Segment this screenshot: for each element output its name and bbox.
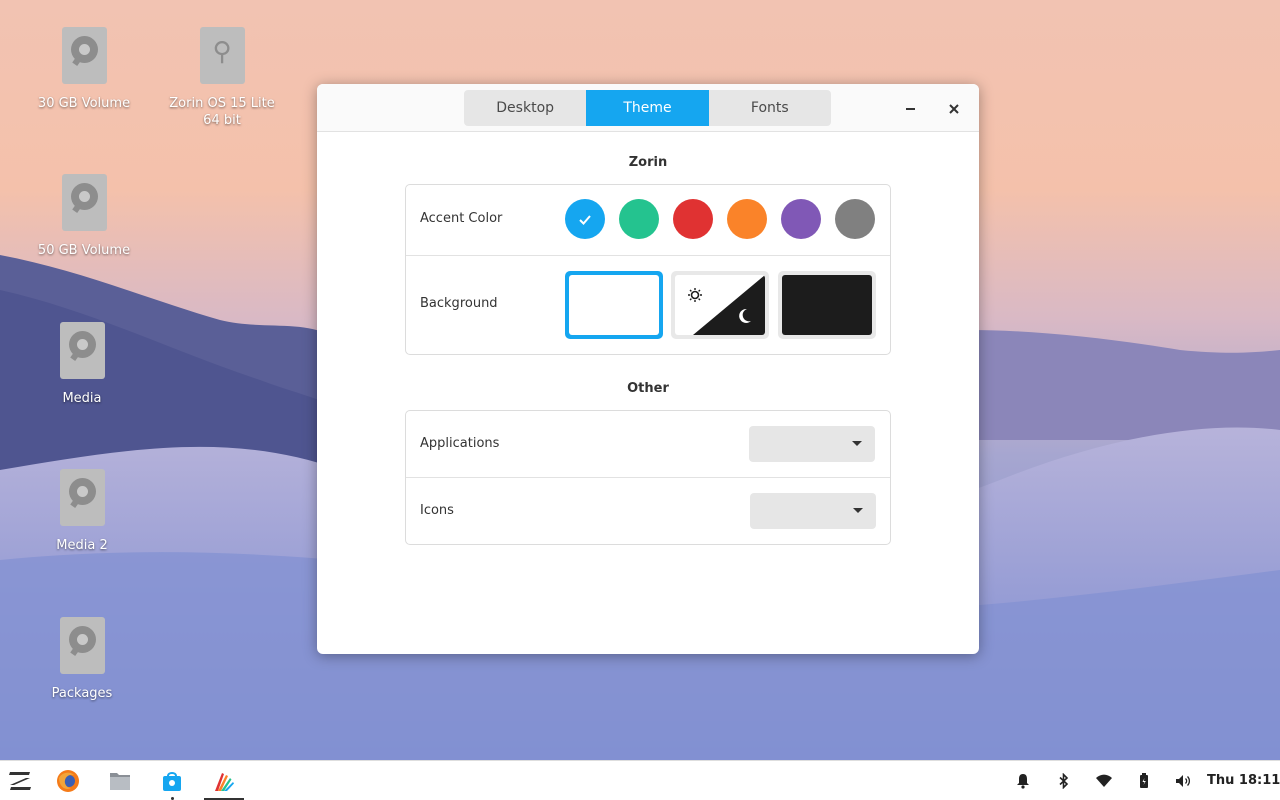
firefox-icon	[57, 770, 79, 792]
tab-desktop[interactable]: Desktop	[464, 90, 586, 126]
appearance-window: Desktop Theme Fonts Zorin Accent Color B…	[317, 84, 979, 654]
section-title-zorin: Zorin	[628, 155, 668, 170]
desktop-icon-label: Media 2	[56, 538, 108, 553]
desktop-icon-zorin-usb[interactable]: ⚲ Zorin OS 15 Lite 64 bit	[162, 27, 282, 129]
close-icon	[949, 103, 959, 114]
window-headerbar[interactable]: Desktop Theme Fonts	[317, 84, 979, 132]
files-icon	[110, 773, 130, 790]
files-launcher[interactable]	[100, 761, 140, 800]
desktop-icon-30gb-volume[interactable]: 30 GB Volume	[24, 27, 144, 112]
accent-swatch-red[interactable]	[673, 199, 713, 239]
bluetooth-icon	[1059, 773, 1069, 789]
wifi-icon	[1096, 774, 1112, 787]
close-button[interactable]	[942, 96, 966, 120]
chevron-down-icon	[852, 441, 862, 446]
drive-icon	[61, 27, 107, 84]
desktop-icon-media-2[interactable]: Media 2	[22, 469, 142, 554]
tab-fonts[interactable]: Fonts	[709, 90, 831, 126]
auto-preview	[675, 275, 765, 335]
zorin-menu-button[interactable]	[0, 761, 40, 800]
usb-drive-icon: ⚲	[199, 27, 245, 84]
accent-swatch-orange[interactable]	[727, 199, 767, 239]
battery-button[interactable]	[1130, 761, 1158, 800]
taskbar: Thu 18:11	[0, 760, 1280, 800]
desktop-icon-label: Packages	[51, 686, 113, 701]
minimize-icon	[905, 107, 915, 110]
desktop-icon-label: Media	[62, 391, 102, 406]
background-option-auto[interactable]	[671, 271, 769, 339]
chevron-down-icon	[853, 508, 863, 513]
accent-swatch-gray[interactable]	[835, 199, 875, 239]
applications-theme-dropdown[interactable]	[749, 426, 875, 462]
desktop-icon-label: 50 GB Volume	[37, 243, 131, 258]
desktop-icon-label: Zorin OS 15 Lite 64 bit	[169, 96, 275, 128]
background-row: Background	[406, 256, 890, 354]
accent-swatch-blue[interactable]	[565, 199, 605, 239]
appearance-icon	[215, 773, 234, 791]
minimize-button[interactable]	[898, 96, 922, 120]
applications-row: Applications	[406, 411, 890, 478]
tab-switcher: Desktop Theme Fonts	[464, 90, 831, 126]
drive-icon	[59, 469, 105, 526]
section-title-other: Other	[627, 381, 669, 396]
firefox-launcher[interactable]	[48, 761, 88, 800]
icons-theme-dropdown[interactable]	[750, 493, 876, 529]
drive-icon	[59, 617, 105, 674]
dark-preview	[782, 275, 872, 335]
appearance-launcher[interactable]	[204, 761, 244, 800]
tab-theme[interactable]: Theme	[586, 90, 709, 126]
volume-button[interactable]	[1169, 761, 1197, 800]
desktop-icon-label: 30 GB Volume	[37, 96, 131, 111]
accent-color-row: Accent Color	[406, 185, 890, 256]
background-label: Background	[420, 296, 498, 311]
icons-label: Icons	[420, 503, 454, 518]
light-preview	[569, 275, 659, 335]
notifications-button[interactable]	[1009, 761, 1037, 800]
icons-row: Icons	[406, 478, 890, 544]
applications-label: Applications	[420, 436, 500, 451]
battery-icon	[1140, 773, 1148, 788]
background-option-light[interactable]	[565, 271, 663, 339]
desktop-icon-packages[interactable]: Packages	[22, 617, 142, 702]
accent-color-label: Accent Color	[420, 211, 503, 226]
desktop-icon-media[interactable]: Media	[22, 322, 142, 407]
software-store-launcher[interactable]	[152, 761, 192, 800]
other-settings-panel: Applications Icons	[405, 410, 891, 545]
zorin-settings-panel: Accent Color Background	[405, 184, 891, 355]
sun-icon	[688, 288, 702, 302]
background-option-dark[interactable]	[778, 271, 876, 339]
checkmark-icon	[579, 214, 591, 225]
software-store-icon	[163, 772, 181, 791]
accent-swatch-green[interactable]	[619, 199, 659, 239]
zorin-menu-icon	[9, 772, 31, 790]
drive-icon	[59, 322, 105, 379]
desktop-icon-50gb-volume[interactable]: 50 GB Volume	[24, 174, 144, 259]
wifi-button[interactable]	[1090, 761, 1118, 800]
accent-swatch-purple[interactable]	[781, 199, 821, 239]
clock[interactable]: Thu 18:11	[1207, 761, 1280, 800]
volume-icon	[1176, 775, 1191, 787]
bluetooth-button[interactable]	[1050, 761, 1078, 800]
notifications-icon	[1017, 774, 1029, 789]
drive-icon	[61, 174, 107, 231]
